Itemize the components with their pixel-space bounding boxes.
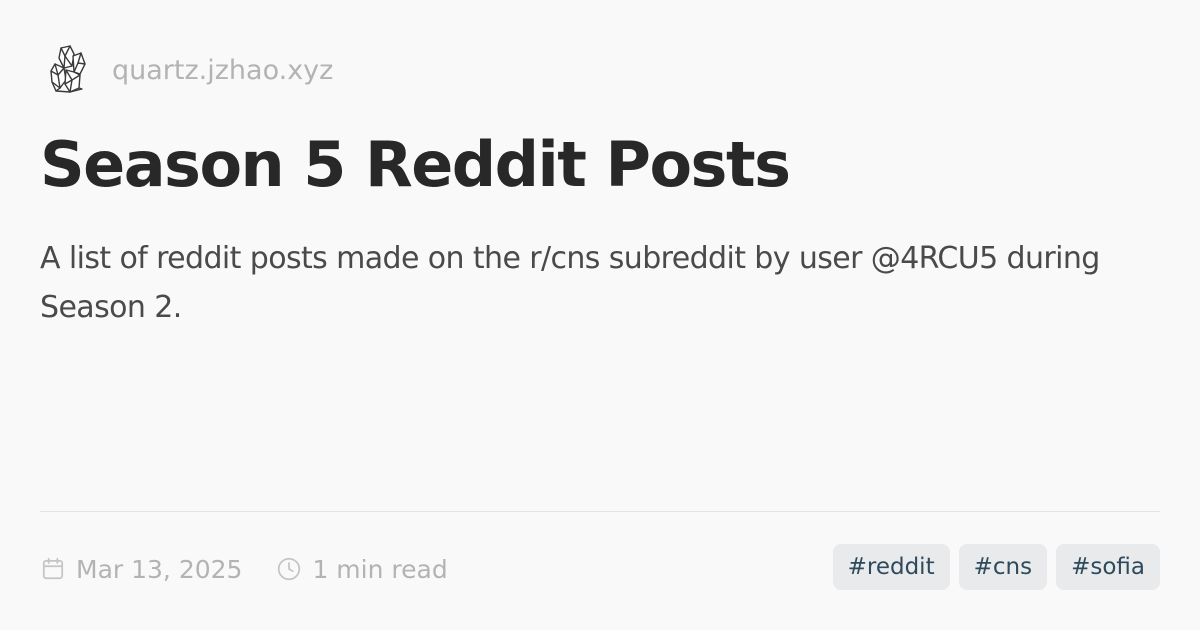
tag-list: #reddit #cns #sofia [832,544,1160,590]
clock-icon [278,557,301,581]
crystal-logo-icon[interactable] [46,44,90,96]
site-header: quartz.jzhao.xyz [46,42,333,98]
page-title: Season 5 Reddit Posts [40,128,791,201]
tag-reddit[interactable]: #reddit [832,544,950,590]
read-time: 1 min read [312,554,448,584]
post-meta: Mar 13, 2025 1 min read [40,548,448,590]
site-name[interactable]: quartz.jzhao.xyz [112,55,333,86]
date-meta: Mar 13, 2025 [40,555,242,584]
post-date: Mar 13, 2025 [76,554,243,584]
tag-sofia[interactable]: #sofia [1056,544,1160,590]
page-description: A list of reddit posts made on the r/cns… [40,241,1100,325]
calendar-icon [42,557,64,580]
tag-cns[interactable]: #cns [958,544,1048,590]
footer-divider [40,511,1160,512]
read-time-meta: 1 min read [276,554,448,584]
